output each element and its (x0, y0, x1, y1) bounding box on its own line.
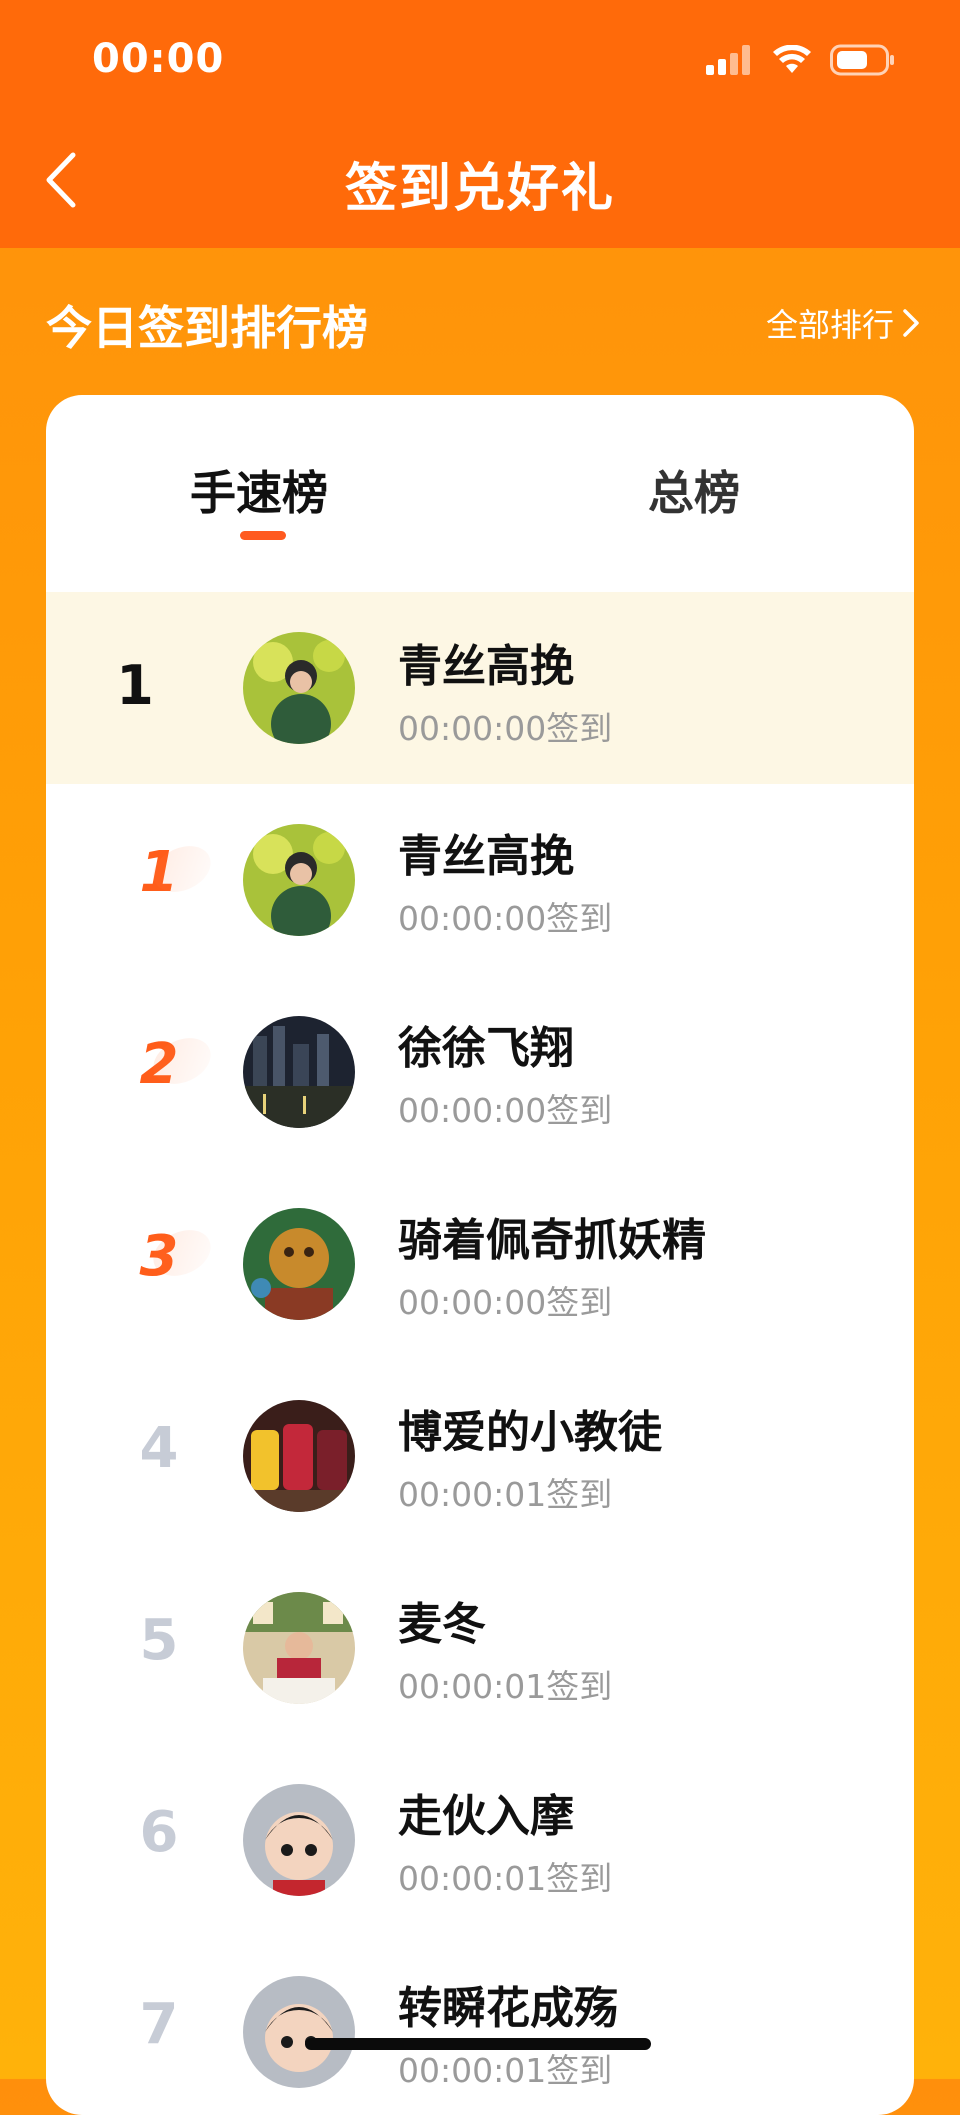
app-header: 00:00 签到兑好礼 (0, 0, 960, 248)
sign-in-time: 00:00:01签到 (398, 1667, 613, 1706)
rank-number: 2 (104, 1029, 219, 1097)
avatar (243, 1208, 355, 1320)
user-name: 骑着佩奇抓妖精 (398, 1215, 706, 1266)
tab-total[interactable]: 总榜 (648, 457, 740, 523)
all-ranking-link[interactable]: 全部排行 (766, 300, 920, 346)
avatar (243, 632, 355, 744)
rank-number: 6 (139, 1800, 179, 1865)
rank-number: 1 (116, 654, 154, 717)
ranking-section-title: 今日签到排行榜 (46, 301, 368, 355)
all-ranking-label: 全部排行 (765, 306, 894, 344)
rank-number: 1 (104, 837, 219, 905)
user-name: 麦冬 (398, 1599, 486, 1650)
sign-in-time: 00:00:00签到 (398, 899, 613, 938)
user-name: 徐徐飞翔 (398, 1023, 574, 1074)
sign-in-time: 00:00:01签到 (398, 2051, 613, 2090)
avatar (243, 1016, 355, 1128)
tab-bar: 手速榜 总榜 (46, 395, 914, 590)
list-item[interactable]: 4 博爱的小教徒 00:00:01签到 (46, 1360, 914, 1552)
avatar (243, 824, 355, 936)
list-item[interactable]: 3 骑着佩奇抓妖精 00:00:00签到 (46, 1168, 914, 1360)
signal-icon (706, 45, 754, 79)
page-title: 签到兑好礼 (344, 159, 615, 219)
user-name: 青丝高挽 (398, 641, 574, 692)
tab-active-indicator (240, 531, 286, 540)
rank-number: 4 (139, 1416, 179, 1481)
list-item[interactable]: 6 走伙入摩 00:00:01签到 (46, 1744, 914, 1936)
status-icons (706, 44, 896, 80)
rank-number: 3 (104, 1221, 219, 1289)
sign-in-time: 00:00:00签到 (398, 1091, 613, 1130)
sign-in-time: 00:00:00签到 (398, 709, 613, 748)
sign-in-time: 00:00:01签到 (398, 1475, 613, 1514)
avatar (243, 1592, 355, 1704)
ranking-card: 手速榜 总榜 1 青丝高挽 00:00:00签到 1 (46, 395, 914, 2115)
rank-number: 7 (139, 1992, 179, 2057)
chevron-right-icon (903, 309, 919, 337)
sign-in-time: 00:00:01签到 (398, 1859, 613, 1898)
wifi-icon (772, 44, 812, 79)
avatar (243, 1400, 355, 1512)
sign-in-time: 00:00:00签到 (398, 1283, 613, 1322)
list-item[interactable]: 5 麦冬 00:00:01签到 (46, 1552, 914, 1744)
tab-speed[interactable]: 手速榜 (190, 457, 328, 523)
user-name: 走伙入摩 (398, 1791, 574, 1842)
home-indicator[interactable] (305, 2038, 651, 2050)
rank-number: 5 (139, 1608, 179, 1673)
user-name: 博爱的小教徒 (398, 1407, 662, 1458)
list-item[interactable]: 7 转瞬花成殇 00:00:01签到 (46, 1936, 914, 2115)
list-item[interactable]: 2 徐徐飞翔 00:00:00签到 (46, 976, 914, 1168)
user-name: 青丝高挽 (398, 831, 574, 882)
my-rank-row[interactable]: 1 青丝高挽 00:00:00签到 (46, 592, 914, 784)
status-time: 00:00 (92, 36, 225, 82)
battery-icon (830, 44, 896, 80)
list-item[interactable]: 1 青丝高挽 00:00:00签到 (46, 784, 914, 976)
user-name: 转瞬花成殇 (398, 1983, 618, 2034)
avatar (243, 1976, 355, 2088)
avatar (243, 1784, 355, 1896)
